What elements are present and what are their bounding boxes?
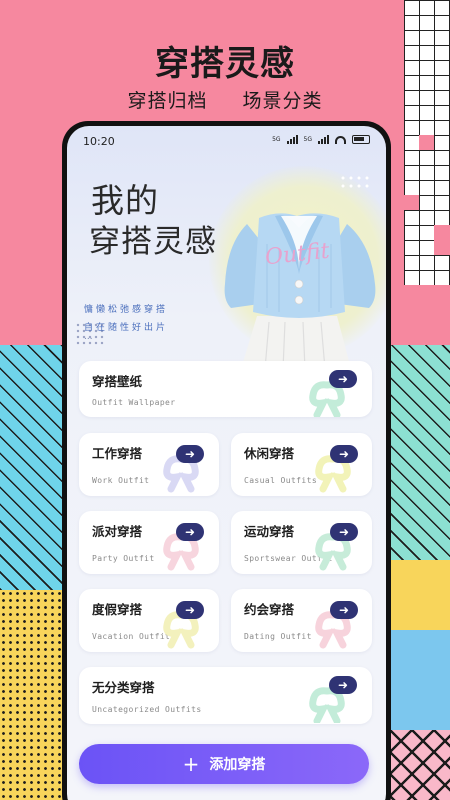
category-card-party[interactable]: 派对穿搭 Party Outfit ➜ xyxy=(79,511,219,574)
category-subtitle: Work Outfit xyxy=(92,476,150,485)
category-title: 派对穿搭 xyxy=(92,524,143,539)
hero-title-line2: 穿搭灵感 xyxy=(89,224,217,260)
status-icons: 5G 5G xyxy=(272,135,370,144)
wifi-icon xyxy=(335,135,346,144)
network-label-a: 5G xyxy=(272,136,281,143)
category-title: 休闲穿搭 xyxy=(244,446,295,461)
plus-icon: + xyxy=(182,752,200,776)
arrow-right-icon[interactable]: ➜ xyxy=(330,445,358,463)
network-label-b: 5G xyxy=(303,136,312,143)
category-title: 工作穿搭 xyxy=(92,446,143,461)
add-outfit-button[interactable]: + 添加穿搭 xyxy=(79,744,369,784)
category-title: 无分类穿搭 xyxy=(92,680,155,695)
hero-tagline-2: 自在随性好出片 xyxy=(84,323,169,333)
promo-subtitle-right: 场景分类 xyxy=(242,90,323,112)
phone-frame: 10:20 5G 5G 我的 穿搭灵感 Outfit 慵懒松弛感穿搭 自在随性好… xyxy=(62,121,391,800)
category-subtitle: Casual Outfits xyxy=(244,476,318,485)
battery-icon xyxy=(352,135,370,144)
status-time: 10:20 xyxy=(83,135,115,148)
signal-icon-2 xyxy=(318,135,329,144)
category-card-sportswear[interactable]: 运动穿搭 Sportswear Outfit ➜ xyxy=(231,511,372,574)
arrow-right-icon[interactable]: ➜ xyxy=(329,676,357,694)
arrow-right-icon[interactable]: ➜ xyxy=(176,445,204,463)
category-card-vacation[interactable]: 度假穿搭 Vacation Outfit ➜ xyxy=(79,589,219,652)
status-bar: 10:20 5G 5G xyxy=(67,126,386,154)
category-title: 约会穿搭 xyxy=(244,602,295,617)
arrow-right-icon[interactable]: ➜ xyxy=(329,370,357,388)
category-title: 运动穿搭 xyxy=(244,524,295,539)
hero-title-line1: 我的 xyxy=(91,181,159,220)
hero-tagline-1: 慵懒松弛感穿搭 xyxy=(84,305,169,315)
hero-banner: 我的 穿搭灵感 Outfit 慵懒松弛感穿搭 自在随性好出片 ... xyxy=(67,154,386,369)
signal-icon xyxy=(286,135,298,144)
category-card-work[interactable]: 工作穿搭 Work Outfit ➜ xyxy=(79,433,219,496)
arrow-right-icon[interactable]: ➜ xyxy=(330,523,358,541)
category-subtitle: Party Outfit xyxy=(92,554,155,563)
promo-subtitle-left: 穿搭归档 xyxy=(127,90,208,112)
promo-title: 穿搭灵感 xyxy=(155,44,295,84)
category-subtitle: Dating Outfit xyxy=(244,632,312,641)
hero-ellipsis: ... xyxy=(84,332,93,342)
hero-dots-decor xyxy=(339,174,373,192)
promo-subtitle: 穿搭归档 场景分类 xyxy=(0,86,450,113)
arrow-right-icon[interactable]: ➜ xyxy=(176,601,204,619)
category-title: 穿搭壁纸 xyxy=(92,374,143,389)
category-card-wallpaper[interactable]: 穿搭壁纸 Outfit Wallpaper ➜ xyxy=(79,361,372,417)
category-title: 度假穿搭 xyxy=(92,602,143,617)
arrow-right-icon[interactable]: ➜ xyxy=(176,523,204,541)
arrow-right-icon[interactable]: ➜ xyxy=(330,601,358,619)
app-screen: 10:20 5G 5G 我的 穿搭灵感 Outfit 慵懒松弛感穿搭 自在随性好… xyxy=(67,126,386,800)
cardigan-image xyxy=(224,213,376,369)
category-card-dating[interactable]: 约会穿搭 Dating Outfit ➜ xyxy=(231,589,372,652)
category-subtitle: Uncategorized Outfits xyxy=(92,705,202,714)
category-card-casual[interactable]: 休闲穿搭 Casual Outfits ➜ xyxy=(231,433,372,496)
category-card-uncategorized[interactable]: 无分类穿搭 Uncategorized Outfits ➜ xyxy=(79,667,372,724)
category-subtitle: Outfit Wallpaper xyxy=(92,398,176,407)
add-outfit-label: 添加穿搭 xyxy=(209,757,266,773)
